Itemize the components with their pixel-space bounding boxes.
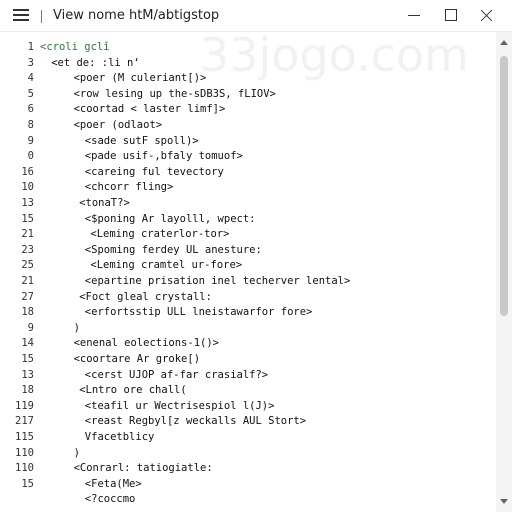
line-number: 21: [21, 275, 34, 287]
code-line[interactable]: 9): [0, 321, 496, 337]
line-number: 25: [21, 259, 34, 272]
code-editor[interactable]: 1 <croli gclǐ 3 <et de: :li nʻ 4 <poer (M cul…: [0, 32, 496, 512]
code-line[interactable]: 13 <tonaT?>: [0, 196, 496, 212]
code-text: <teafil ur Wectrisespiol l(J)>: [84, 399, 275, 412]
code-text: <Lntro ore chall(: [79, 384, 187, 397]
line-number: 0: [27, 150, 34, 163]
line-number: 15: [21, 353, 34, 365]
vertical-scrollbar[interactable]: [496, 32, 512, 512]
code-line[interactable]: 18 <Lntro ore chall(: [0, 383, 496, 399]
code-text: <reast Regbyl[z weckalls AUL Stort>: [84, 415, 307, 428]
code-line[interactable]: 14 <enenal eolections-1()>: [0, 336, 496, 352]
code-text: <croli gclǐ: [40, 41, 110, 53]
window-title: View nome htM/abtigstop: [53, 8, 220, 23]
code-text: Vfacetblicy: [84, 431, 155, 443]
code-line[interactable]: 115 Vfacetblicy: [0, 430, 496, 446]
code-line[interactable]: 110): [0, 446, 496, 462]
line-number: 217: [15, 415, 34, 428]
code-line[interactable]: 110 <Conrarl: tatiogiatle:: [0, 461, 496, 477]
code-text: <coortad < laster limf]>: [73, 103, 226, 116]
code-text: <Foct gleal crystall:: [79, 290, 212, 303]
code-line[interactable]: 27 <Foct gleal crystall:: [0, 290, 496, 306]
code-text: ): [73, 446, 80, 459]
line-number: 1: [27, 41, 34, 53]
code-text: <$poning Ar layolll, wpect:: [84, 212, 256, 225]
line-number: 9: [27, 134, 34, 147]
line-number: 16: [21, 165, 34, 178]
code-text: <poer (M culeriant[)>: [73, 72, 207, 85]
line-number: 15: [21, 212, 34, 225]
code-line[interactable]: 21 <epartine prisation inel techerver len…: [0, 274, 496, 290]
line-number: 119: [15, 399, 34, 412]
code-line[interactable]: 8 <poer (odlaot>: [0, 118, 496, 134]
code-line[interactable]: 6 <coortad < laster limf]>: [0, 102, 496, 118]
code-text: <cerst UJOP af-far crasialf?>: [84, 368, 269, 381]
line-number: 4: [27, 72, 34, 85]
line-number: 5: [27, 87, 34, 100]
line-number: 110: [15, 462, 34, 475]
code-text: <Leming cramtel ur-fore>: [90, 259, 243, 272]
line-number: 115: [15, 431, 34, 443]
code-line[interactable]: 25 <Leming cramtel ur-fore>: [0, 258, 496, 274]
line-number: 15: [21, 477, 34, 490]
code-text: <pade usif-,bfaly tomuof>: [84, 150, 243, 163]
code-text: <Leming craterlor-tor>: [90, 228, 230, 241]
code-text: <Conrarl: tatiogiatle:: [73, 462, 213, 475]
code-text: <tonaT?>: [79, 197, 130, 209]
code-line[interactable]: 10 <chcorr fling>: [0, 180, 496, 196]
code-text: <Spoming ferdey UL anesture:: [84, 243, 262, 256]
code-text: <enenal eolections-1()>: [73, 337, 219, 350]
line-number: 27: [21, 290, 34, 303]
code-line[interactable]: 0 <pade usif-,bfaly tomuof>: [0, 149, 496, 165]
code-line[interactable]: 13 <cerst UJOP af-far crasialf?>: [0, 368, 496, 384]
line-number: 18: [21, 384, 34, 397]
code-text: <poer (odlaot>: [73, 119, 163, 131]
code-line[interactable]: 21 <Leming craterlor-tor>: [0, 227, 496, 243]
code-line[interactable]: 4 <poer (M culeriant[)>: [0, 71, 496, 87]
code-line[interactable]: 16 <careing ful tevectory: [0, 165, 496, 181]
line-number: 6: [27, 103, 34, 116]
code-text: <careing ful tevectory: [84, 165, 224, 178]
line-number: 21: [21, 228, 34, 241]
line-number: 10: [21, 181, 34, 194]
line-number: 9: [27, 321, 34, 334]
code-text: <epartine prisation inel techerver lenta…: [84, 275, 351, 287]
code-line[interactable]: 119 <teafil ur Wectrisespiol l(J)>: [0, 399, 496, 415]
code-line[interactable]: 1 <croli gclǐ: [0, 40, 496, 56]
line-number: 13: [21, 368, 34, 381]
title-separator: [41, 10, 42, 23]
code-line[interactable]: 5 <row lesing up the-sDB3S, fLIOV>: [0, 87, 496, 103]
code-line[interactable]: 18 <erfortsstip ULL lneistawarfor fore>: [0, 305, 496, 321]
line-number: 110: [15, 446, 34, 459]
code-line[interactable]: 15 <Feta(Me>: [0, 477, 496, 493]
code-text: <et de: :li nʻ: [51, 56, 140, 69]
line-number: 23: [21, 243, 34, 256]
scroll-down-arrow-icon[interactable]: [500, 499, 508, 504]
line-number: 3: [27, 56, 34, 69]
line-number: 8: [27, 119, 34, 131]
code-line[interactable]: <?coccmo: [0, 492, 496, 508]
code-line[interactable]: 9 <sade sutF spoll)>: [0, 134, 496, 150]
code-text: <Feta(Me>: [84, 477, 142, 490]
code-text: <?coccmo: [84, 493, 136, 506]
code-text: <coortare Ar groke[): [73, 353, 201, 365]
scroll-up-arrow-icon[interactable]: [500, 40, 508, 45]
code-line[interactable]: 15 <$poning Ar layolll, wpect:: [0, 212, 496, 228]
code-line[interactable]: 15 <coortare Ar groke[): [0, 352, 496, 368]
code-text: ): [73, 321, 80, 334]
code-text: <erfortsstip ULL lneistawarfor fore>: [84, 306, 313, 319]
close-icon[interactable]: [469, 0, 505, 32]
line-number: 13: [21, 197, 34, 209]
line-number: 14: [21, 337, 34, 350]
code-line[interactable]: 3 <et de: :li nʻ: [0, 56, 496, 72]
code-line[interactable]: 217 <reast Regbyl[z weckalls AUL Stort>: [0, 414, 496, 430]
scrollbar-thumb[interactable]: [500, 56, 508, 316]
code-text: <row lesing up the-sDB3S, fLIOV>: [73, 87, 276, 100]
code-line[interactable]: 23 <Spoming ferdey UL anesture:: [0, 243, 496, 259]
code-text: <sade sutF spoll)>: [84, 134, 199, 147]
line-number: 18: [21, 306, 34, 319]
code-text: <chcorr fling>: [84, 181, 174, 194]
hamburger-menu-icon[interactable]: [13, 9, 29, 23]
